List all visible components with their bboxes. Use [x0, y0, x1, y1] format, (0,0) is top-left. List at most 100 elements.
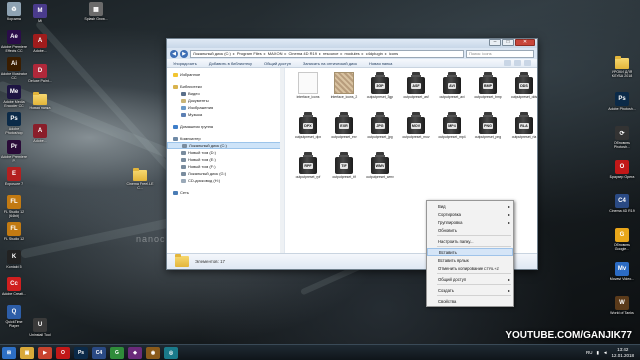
desktop-icon[interactable]: U Uninstall Tool	[26, 318, 54, 337]
breadcrumb-item[interactable]: resource	[323, 51, 339, 56]
view-options-icon[interactable]	[504, 60, 511, 66]
nav-item[interactable]: Изображения	[167, 104, 284, 111]
nav-item[interactable]: Новый том (E:)	[167, 156, 284, 163]
opera-icon[interactable]: O	[56, 346, 70, 359]
back-arrow-icon[interactable]: ◀	[170, 49, 178, 58]
desktop-icon[interactable]: E Exposure 7	[0, 167, 28, 186]
context-menu-item[interactable]: Вставить	[427, 248, 513, 256]
file-item[interactable]: WMV outputpreset_wmv	[361, 152, 399, 179]
file-item[interactable]: TIF outputpreset_tif	[325, 152, 363, 179]
desktop-icon[interactable]: ⟳ Обновить Photosh...	[608, 126, 636, 149]
desktop-icon[interactable]: W World of Tanks	[608, 296, 636, 315]
app-icon[interactable]: ◉	[146, 346, 160, 359]
file-item[interactable]: PNG outputpreset_png	[469, 112, 507, 139]
context-menu-item[interactable]: Сортировка ▸	[427, 210, 513, 218]
toolbar-button[interactable]: Общий доступ	[264, 61, 291, 66]
file-item[interactable]: interface_icons	[289, 72, 327, 99]
nav-item[interactable]: Библиотеки	[167, 83, 284, 90]
desktop-icon[interactable]: Mv Movavi Video...	[608, 262, 636, 281]
nav-item[interactable]: Локальный диск (C:)	[167, 142, 284, 149]
context-menu-item[interactable]: Создать ▸	[427, 286, 513, 294]
breadcrumb-item[interactable]: icons	[389, 51, 398, 56]
nav-item[interactable]: Музыка	[167, 111, 284, 118]
file-item[interactable]: MOV outputpreset_mov	[397, 112, 435, 139]
context-menu-item[interactable]: Вставить ярлык	[427, 256, 513, 264]
desktop-icon[interactable]: УРОКИ ДЛЯ КЛУБА 2018	[608, 56, 636, 78]
toolbar-button[interactable]: Добавить в библиотеку	[209, 61, 252, 66]
context-menu-item[interactable]: Настроить папку...	[427, 237, 513, 245]
nav-item[interactable]: Домашняя группа	[167, 123, 284, 130]
clock[interactable]: 13:42 12.01.2018	[611, 347, 634, 358]
minimize-button[interactable]: –	[489, 39, 501, 46]
maximize-button[interactable]: □	[502, 39, 514, 46]
file-item[interactable]: EXR outputpreset_exr	[325, 112, 363, 139]
desktop-icon[interactable]: Me Adobe Media Encoder CC	[0, 84, 28, 108]
breadcrumb-item[interactable]: MAXON	[268, 51, 283, 56]
file-item[interactable]: MP4 outputpreset_mp4	[433, 112, 471, 139]
desktop-icon[interactable]: M Mi	[26, 4, 54, 23]
close-button[interactable]: ✕	[515, 39, 535, 46]
file-item[interactable]: DPX outputpreset_dpx	[289, 112, 327, 139]
desktop-icon[interactable]: Ps Adobe Photoshop	[0, 112, 28, 135]
desktop-icon[interactable]: G Обновить Google...	[608, 228, 636, 251]
cinema4d-icon[interactable]: C4	[92, 346, 106, 359]
file-item[interactable]: interface_icons_2	[325, 72, 363, 99]
desktop-icon[interactable]: Cc Adobe Creati...	[0, 277, 28, 296]
address-bar[interactable]: Локальный диск (C:) ▸ Program Files ▸ MAXON ▸…	[190, 49, 464, 58]
nav-item[interactable]: Документы	[167, 97, 284, 104]
context-menu-item[interactable]: Вид ▸	[427, 202, 513, 210]
app-icon[interactable]: ◆	[128, 346, 142, 359]
desktop-icon[interactable]: ▦ Splash Grow...	[82, 2, 110, 21]
app-icon[interactable]: ◎	[164, 346, 178, 359]
volume-icon[interactable]: ◄	[603, 350, 607, 355]
desktop-icon[interactable]: FL FL Studio 12 (64bit)	[0, 194, 28, 218]
nav-item[interactable]: Компьютер	[167, 135, 284, 142]
context-menu-item[interactable]: Свойства	[427, 297, 513, 305]
desktop-icon[interactable]: D Deluxe Paint...	[26, 64, 54, 83]
breadcrumb-item[interactable]: modules	[345, 51, 360, 56]
desktop-icon[interactable]: ♻ Корзина	[0, 2, 28, 21]
toolbar-button[interactable]: Новая папка	[369, 61, 392, 66]
desktop-icon[interactable]: Новая папка	[26, 92, 54, 110]
desktop-icon[interactable]: A Adobe...	[26, 34, 54, 53]
chrome-icon[interactable]: G	[110, 346, 124, 359]
desktop-icon[interactable]: Cinema Freel.LE C...	[126, 168, 154, 190]
file-item[interactable]: RPF outputpreset_rpf	[289, 152, 327, 179]
breadcrumb-item[interactable]: Program Files	[237, 51, 262, 56]
desktop-icon[interactable]: FL FL Studio 12	[0, 222, 28, 241]
context-menu-item[interactable]: Группировка ▸	[427, 218, 513, 226]
desktop-icon[interactable]: C4 Cinema 4D R19	[608, 194, 636, 213]
desktop-icon[interactable]: Ai Adobe Illustrator CC	[0, 57, 28, 80]
file-item[interactable]: AVI outputpreset_avi	[433, 72, 471, 99]
explorer-icon[interactable]: ▣	[20, 346, 34, 359]
start-icon[interactable]: ⊞	[2, 346, 16, 359]
nav-item[interactable]: Новый том (D:)	[167, 149, 284, 156]
language-indicator[interactable]: RU	[586, 350, 593, 355]
photoshop-icon[interactable]: Ps	[74, 346, 88, 359]
network-icon[interactable]: ▮	[597, 350, 599, 356]
desktop-icon[interactable]: Q QuickTime Player	[0, 304, 28, 328]
nav-item[interactable]: Видео	[167, 90, 284, 97]
nav-item[interactable]: Новый том (F:)	[167, 163, 284, 170]
nav-item[interactable]: Избранное	[167, 71, 284, 78]
file-item[interactable]: ASF outputpreset_asf	[397, 72, 435, 99]
file-item[interactable]: JPG outputpreset_jpg	[361, 112, 399, 139]
desktop-icon[interactable]: Pr Adobe Premiere P.	[0, 139, 28, 163]
file-item[interactable]: RLA outputpreset_rla	[505, 112, 543, 139]
context-menu-item[interactable]: Обновить	[427, 226, 513, 234]
context-menu-item[interactable]: Отменить копирование CTRL+Z	[427, 264, 513, 272]
toolbar-button[interactable]: Упорядочить	[173, 61, 197, 66]
search-input[interactable]: Поиск: icons	[466, 49, 534, 58]
help-icon[interactable]	[524, 60, 531, 66]
nav-scrollbar[interactable]	[280, 68, 284, 253]
breadcrumb-item[interactable]: Локальный диск (C:)	[193, 51, 231, 56]
breadcrumb-item[interactable]: c4dplugin	[366, 51, 383, 56]
desktop-icon[interactable]: Ps Adobe Photosh...	[608, 92, 636, 111]
title-bar[interactable]: – □ ✕	[167, 39, 537, 48]
file-item[interactable]: 3GP outputpreset_3gp	[361, 72, 399, 99]
desktop-icon[interactable]: K Kontakt 5	[0, 249, 28, 269]
breadcrumb-item[interactable]: Cinema 4D R19	[288, 51, 316, 56]
nav-item[interactable]: CD-дисковод (H:)	[167, 177, 284, 184]
desktop-icon[interactable]: O Браузер Opera	[608, 160, 636, 179]
media-icon[interactable]: ▶	[38, 346, 52, 359]
